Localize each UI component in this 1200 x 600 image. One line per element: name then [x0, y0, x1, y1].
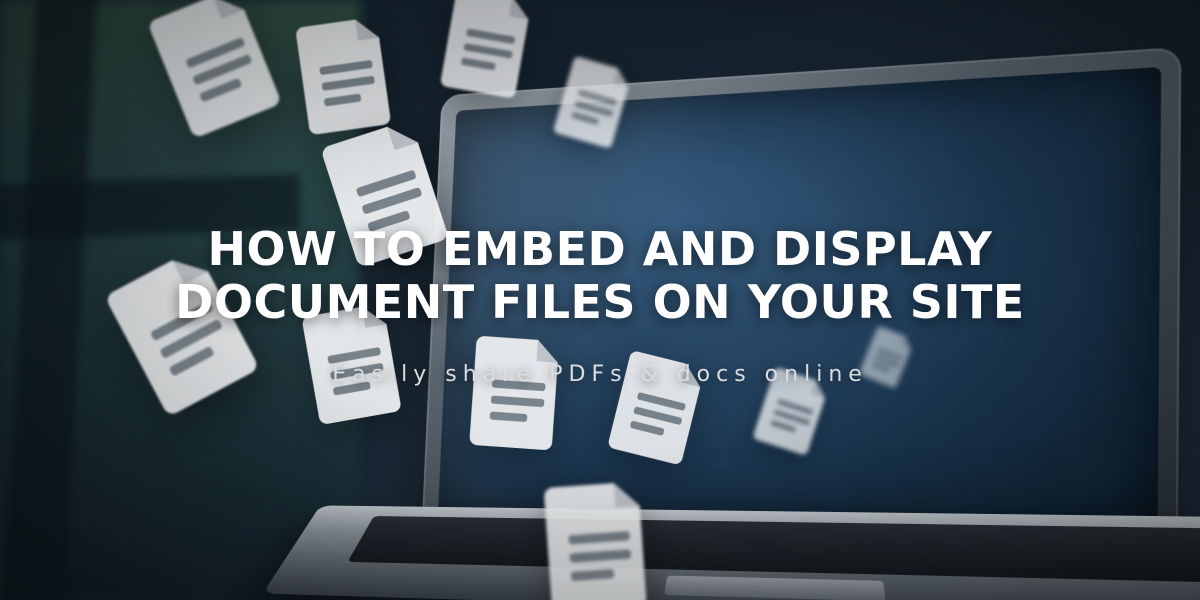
hero-title: HOW TO EMBED AND DISPLAY DOCUMENT FILES …: [140, 223, 1060, 328]
hero-subtitle: Easily share PDFs & docs online: [332, 362, 868, 387]
hero-overlay: HOW TO EMBED AND DISPLAY DOCUMENT FILES …: [0, 0, 1200, 600]
